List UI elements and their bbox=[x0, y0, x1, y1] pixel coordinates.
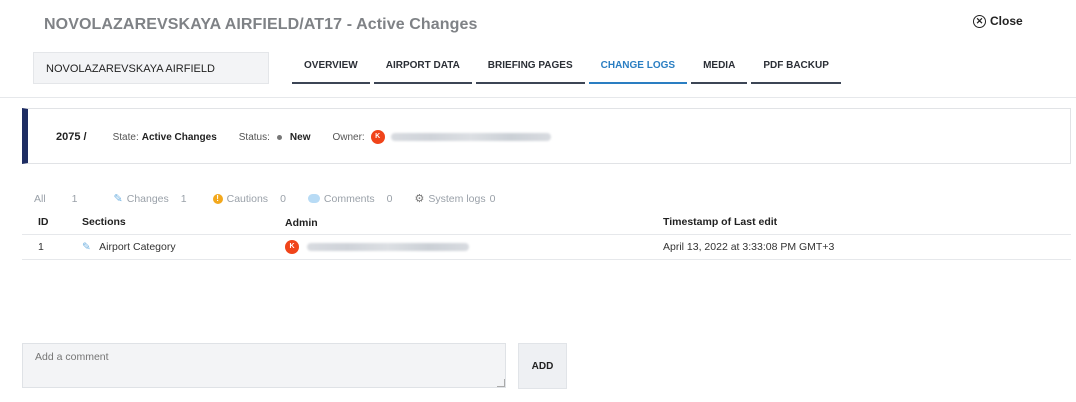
filter-all-count: 1 bbox=[71, 192, 78, 205]
textarea-resize-handle[interactable] bbox=[497, 379, 505, 387]
admin-email-redacted bbox=[307, 243, 469, 251]
status-value: New bbox=[289, 131, 311, 143]
status-label: Status: bbox=[238, 131, 270, 143]
filter-comments[interactable]: Comments 0 bbox=[307, 192, 393, 205]
close-circle-icon: ✕ bbox=[973, 14, 986, 28]
filter-all-label: All bbox=[34, 192, 46, 205]
row-section-label: Airport Category bbox=[99, 241, 176, 253]
change-log-table: ID Sections Admin Timestamp of Last edit… bbox=[22, 212, 1071, 260]
edit-pencil-icon: ✎ bbox=[82, 241, 91, 253]
edit-pencil-icon: ✎ bbox=[113, 193, 123, 205]
row-section: ✎ Airport Category bbox=[82, 235, 285, 259]
tab-overview[interactable]: OVERVIEW bbox=[292, 52, 370, 84]
tab-briefing-pages[interactable]: BRIEFING PAGES bbox=[475, 52, 585, 84]
table-header-row: ID Sections Admin Timestamp of Last edit bbox=[22, 212, 1071, 235]
filter-cautions-label: Cautions bbox=[226, 192, 269, 205]
tab-pdf-backup[interactable]: PDF BACKUP bbox=[751, 52, 841, 84]
comment-bubble-icon bbox=[307, 194, 320, 203]
close-button[interactable]: ✕ Close bbox=[973, 14, 1023, 28]
close-label: Close bbox=[990, 14, 1023, 28]
filter-cautions-count: 0 bbox=[280, 192, 286, 205]
row-id: 1 bbox=[38, 241, 44, 253]
filter-comments-label: Comments bbox=[323, 192, 375, 205]
header-timestamp: Timestamp of Last edit bbox=[663, 216, 778, 228]
filter-changes[interactable]: ✎ Changes 1 bbox=[113, 192, 187, 206]
log-filters: All 1 ✎ Changes 1 ! Cautions 0 Comments … bbox=[34, 192, 517, 206]
system-gear-icon: ⚙ bbox=[414, 193, 425, 205]
owner-label: Owner: bbox=[332, 131, 365, 143]
change-reference: 2075 / bbox=[56, 131, 87, 143]
tab-airport-data[interactable]: AIRPORT DATA bbox=[373, 52, 472, 84]
state-label: State: bbox=[112, 131, 139, 143]
add-comment-button[interactable]: ADD bbox=[518, 343, 567, 389]
change-info-row: 2075 / State: Active Changes Status: New… bbox=[56, 130, 551, 144]
tab-media[interactable]: MEDIA bbox=[691, 52, 748, 84]
table-row[interactable]: 1 ✎ Airport Category K April 13, 2022 at… bbox=[22, 235, 1071, 260]
status-dot-icon bbox=[276, 134, 282, 140]
row-admin: K bbox=[285, 235, 663, 259]
state-value: Active Changes bbox=[141, 131, 217, 143]
filter-cautions[interactable]: ! Cautions 0 bbox=[212, 192, 286, 205]
filter-changes-count: 1 bbox=[180, 192, 187, 205]
filter-system-logs[interactable]: ⚙ System logs 0 bbox=[414, 192, 496, 206]
filter-all[interactable]: All 1 bbox=[34, 193, 78, 205]
header-id: ID bbox=[38, 216, 49, 228]
filter-comments-count: 0 bbox=[386, 192, 393, 205]
header-divider bbox=[0, 97, 1076, 98]
filter-system-logs-label: System logs bbox=[428, 192, 486, 205]
row-timestamp: April 13, 2022 at 3:33:08 PM GMT+3 bbox=[663, 241, 835, 253]
airfield-name-field: NOVOLAZAREVSKAYA AIRFIELD bbox=[33, 52, 269, 84]
page-title: NOVOLAZAREVSKAYA AIRFIELD/AT17 - Active … bbox=[44, 16, 478, 33]
filter-changes-label: Changes bbox=[126, 192, 169, 205]
filter-system-logs-count: 0 bbox=[489, 192, 496, 205]
header-sections: Sections bbox=[82, 216, 126, 228]
header-admin: Admin bbox=[285, 217, 318, 229]
tab-bar: OVERVIEW AIRPORT DATA BRIEFING PAGES CHA… bbox=[292, 52, 845, 84]
change-info-bar: 2075 / State: Active Changes Status: New… bbox=[22, 108, 1071, 164]
comment-input[interactable] bbox=[22, 343, 506, 388]
owner-avatar: K bbox=[370, 130, 385, 144]
admin-avatar: K bbox=[285, 240, 299, 254]
caution-icon: ! bbox=[212, 193, 223, 204]
owner-email-redacted bbox=[390, 133, 551, 141]
tab-change-logs[interactable]: CHANGE LOGS bbox=[588, 52, 688, 84]
